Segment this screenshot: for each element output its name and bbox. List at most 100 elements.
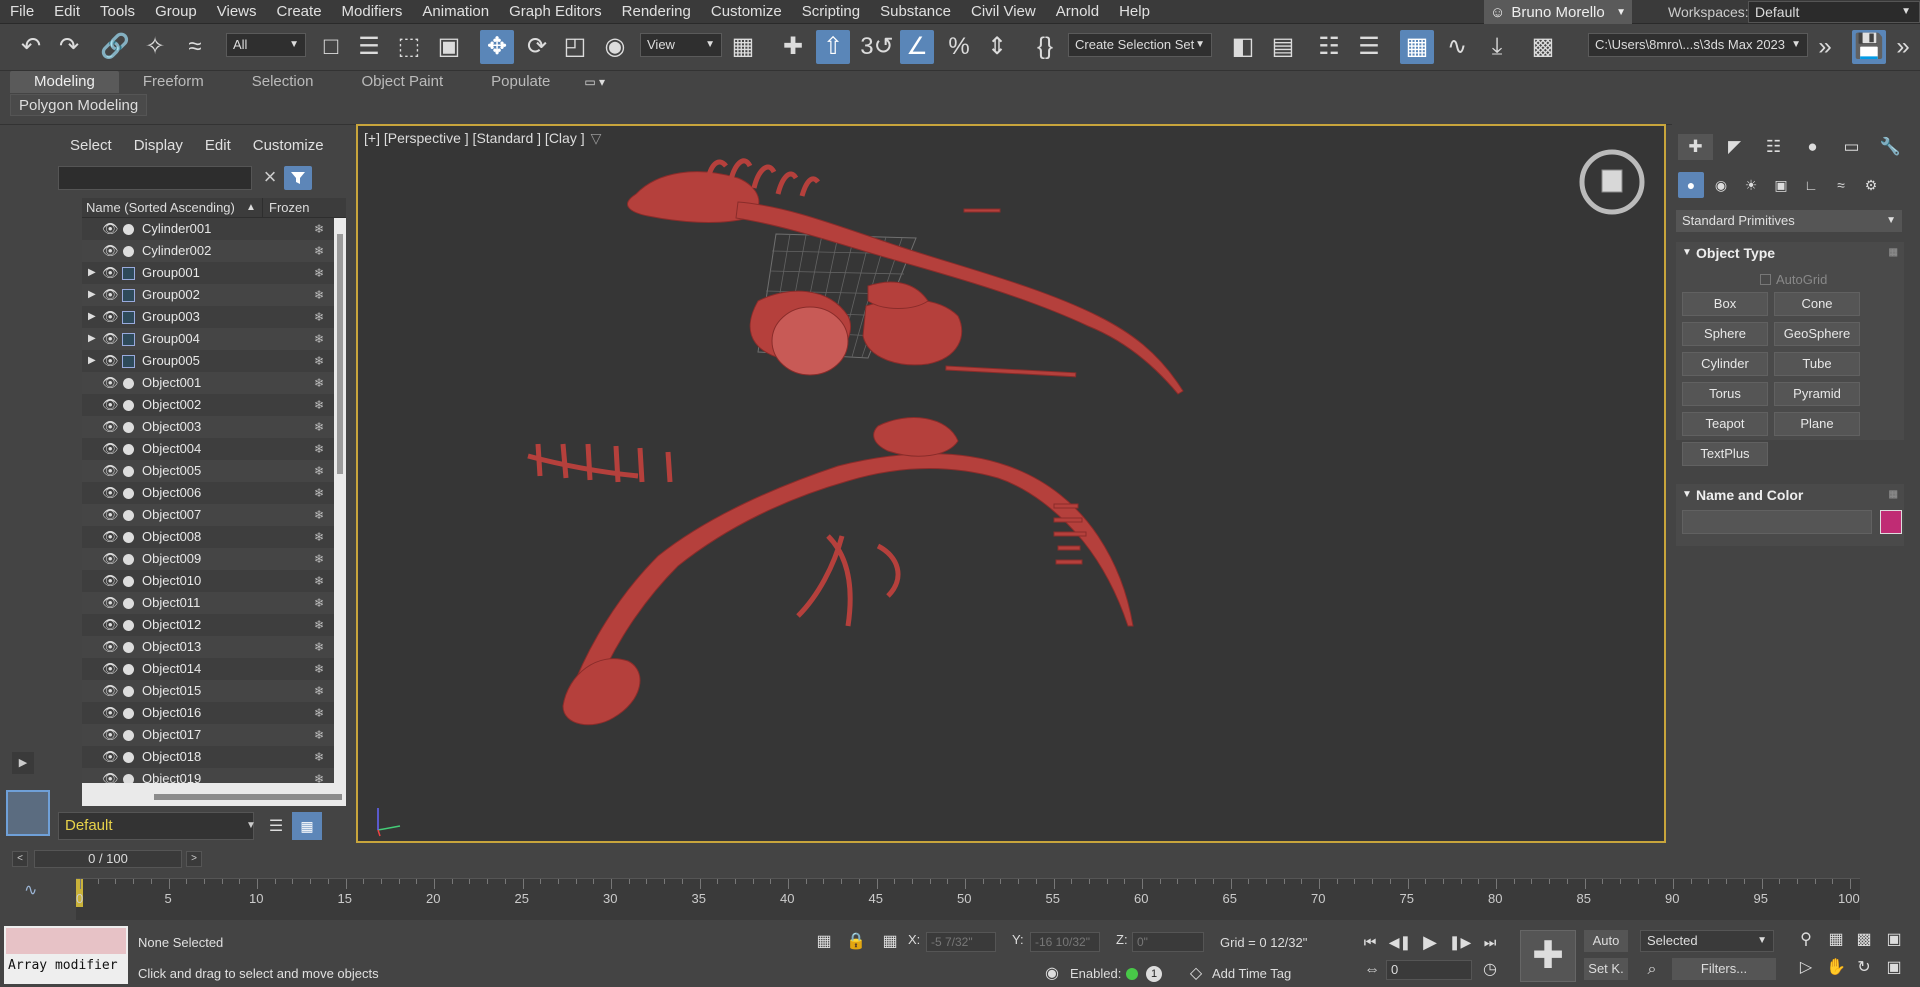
percent-snap-icon[interactable]: % — [942, 30, 976, 64]
menu-help[interactable]: Help — [1109, 0, 1160, 24]
cameras-icon[interactable]: ▣ — [1768, 172, 1794, 198]
hierarchy-tab-icon[interactable]: ☷ — [1756, 134, 1791, 160]
link-icon[interactable]: 🔗 — [98, 30, 132, 64]
freeze-icon[interactable]: ❄ — [314, 240, 324, 262]
object-name[interactable]: Group003 — [142, 306, 200, 328]
object-name[interactable]: Group004 — [142, 328, 200, 350]
object-name[interactable]: Object010 — [142, 570, 201, 592]
expand-icon[interactable]: ▶ — [88, 350, 96, 372]
save-icon[interactable]: 💾 — [1852, 30, 1886, 64]
scrollbar-thumb[interactable] — [337, 234, 343, 474]
explorer-hscrollbar[interactable] — [154, 794, 342, 800]
freeze-icon[interactable]: ❄ — [314, 394, 324, 416]
display-tab-icon[interactable]: ▭ — [1834, 134, 1869, 160]
object-name[interactable]: Object011 — [142, 592, 200, 614]
menu-edit[interactable]: Edit — [44, 0, 90, 24]
track-bar[interactable]: 0 5 10 15 20 25 30 35 40 45 50 55 60 65 70 75 80 85 90 95 10… — [76, 878, 1860, 920]
sphere-button[interactable]: Sphere — [1682, 322, 1768, 346]
freeze-icon[interactable]: ❄ — [314, 592, 324, 614]
freeze-icon[interactable]: ❄ — [314, 306, 324, 328]
expand-icon[interactable]: ▶ — [88, 328, 96, 350]
freeze-icon[interactable]: ❄ — [314, 570, 324, 592]
toolbar-overflow-icon[interactable]: » — [1808, 30, 1842, 64]
torus-button[interactable]: Torus — [1682, 382, 1768, 406]
list-item[interactable]: 👁 Object013 ❄ — [82, 636, 346, 658]
explorer-menu-customize[interactable]: Customize — [253, 137, 324, 154]
z-coordinate-field[interactable]: 0" — [1132, 932, 1204, 952]
key-mode-icon[interactable]: ⇔ — [1360, 958, 1384, 982]
perspective-viewport[interactable]: [+] [Perspective ] [Standard ] [Clay ] ▽ — [356, 124, 1666, 843]
list-item[interactable]: ▶ 👁 Group004 ❄ — [82, 328, 346, 350]
edit-named-selection-icon[interactable]: {} — [1028, 30, 1062, 64]
visibility-eye-icon[interactable]: 👁 — [102, 548, 119, 570]
visibility-eye-icon[interactable]: 👁 — [102, 218, 119, 240]
visibility-eye-icon[interactable]: 👁 — [102, 372, 119, 394]
select-rotate-icon[interactable]: ⟳ — [520, 30, 554, 64]
list-item[interactable]: 👁 Object004 ❄ — [82, 438, 346, 460]
menu-views[interactable]: Views — [207, 0, 267, 24]
time-slider[interactable]: < 0 / 100 > — [12, 849, 202, 869]
object-name[interactable]: Object001 — [142, 372, 201, 394]
visibility-eye-icon[interactable]: 👁 — [102, 438, 119, 460]
menu-scripting[interactable]: Scripting — [792, 0, 870, 24]
menu-group[interactable]: Group — [145, 0, 207, 24]
expand-icon[interactable]: ▶ — [88, 284, 96, 306]
column-frozen[interactable]: Frozen — [262, 198, 346, 218]
next-key-icon[interactable]: ❚▶ — [1448, 930, 1472, 954]
list-item[interactable]: 👁 Object018 ❄ — [82, 746, 346, 768]
freeze-icon[interactable]: ❄ — [314, 416, 324, 438]
list-item[interactable]: 👁 Cylinder002 ❄ — [82, 240, 346, 262]
list-item[interactable]: 👁 Object019 ❄ — [82, 768, 346, 783]
scene-explorer-toggle-icon[interactable]: ☷ — [1312, 30, 1346, 64]
visibility-eye-icon[interactable]: 👁 — [102, 702, 119, 724]
freeze-icon[interactable]: ❄ — [314, 702, 324, 724]
pan-icon[interactable]: ✋ — [1824, 956, 1848, 980]
object-name[interactable]: Group001 — [142, 262, 200, 284]
layers-icon[interactable]: ☰ — [262, 812, 290, 840]
ribbon-panel-polygon-modeling[interactable]: Polygon Modeling — [10, 94, 148, 116]
object-name[interactable]: Object014 — [142, 658, 201, 680]
visibility-eye-icon[interactable]: 👁 — [102, 350, 119, 372]
play-icon[interactable]: ▶ — [1418, 930, 1442, 954]
current-frame-field[interactable]: 0 — [1386, 960, 1472, 980]
object-name-input[interactable] — [1682, 510, 1872, 534]
cylinder-button[interactable]: Cylinder — [1682, 352, 1768, 376]
auto-key-button[interactable]: Auto — [1584, 930, 1628, 952]
freeze-icon[interactable]: ❄ — [314, 680, 324, 702]
visibility-eye-icon[interactable]: 👁 — [102, 482, 119, 504]
visibility-eye-icon[interactable]: 👁 — [102, 570, 119, 592]
lock-icon[interactable]: 🔒 — [844, 930, 868, 954]
object-name[interactable]: Cylinder001 — [142, 218, 211, 240]
scene-canvas[interactable] — [358, 126, 1666, 843]
keyboard-shortcut-override-icon[interactable]: ⇧ — [816, 30, 850, 64]
systems-icon[interactable]: ⚙ — [1858, 172, 1884, 198]
explorer-menu-select[interactable]: Select — [70, 137, 112, 154]
go-to-start-icon[interactable]: ⏮ — [1358, 930, 1382, 954]
object-name[interactable]: Object018 — [142, 746, 201, 768]
list-item[interactable]: 👁 Object015 ❄ — [82, 680, 346, 702]
user-account[interactable]: ☺ Bruno Morello ▼ — [1484, 0, 1632, 24]
modify-tab-icon[interactable]: ◤ — [1717, 134, 1752, 160]
list-item[interactable]: 👁 Object006 ❄ — [82, 482, 346, 504]
undo-icon[interactable]: ↶ — [14, 30, 48, 64]
object-name[interactable]: Object004 — [142, 438, 201, 460]
object-name[interactable]: Object002 — [142, 394, 201, 416]
visibility-eye-icon[interactable]: 👁 — [102, 724, 119, 746]
workspaces-select[interactable]: Default ▼ — [1748, 1, 1920, 23]
object-name[interactable]: Object009 — [142, 548, 201, 570]
visibility-eye-icon[interactable]: 👁 — [102, 394, 119, 416]
freeze-icon[interactable]: ❄ — [314, 768, 324, 783]
selection-filter-dropdown[interactable]: All ▼ — [226, 33, 306, 57]
unlink-icon[interactable]: ✧ — [138, 30, 172, 64]
list-item[interactable]: 👁 Object005 ❄ — [82, 460, 346, 482]
time-slider-value[interactable]: 0 / 100 — [34, 850, 182, 868]
prev-frame-icon[interactable]: < — [12, 851, 28, 867]
list-item[interactable]: 👁 Object008 ❄ — [82, 526, 346, 548]
rollout-header[interactable]: ▼ Name and Color ▦ — [1676, 484, 1904, 506]
teapot-button[interactable]: Teapot — [1682, 412, 1768, 436]
menu-modifiers[interactable]: Modifiers — [332, 0, 413, 24]
visibility-eye-icon[interactable]: 👁 — [102, 636, 119, 658]
explorer-scrollbar[interactable] — [334, 218, 346, 783]
isolate-selection-icon[interactable]: ▦ — [812, 930, 836, 954]
spinner-snap-icon[interactable]: ⇕ — [980, 30, 1014, 64]
